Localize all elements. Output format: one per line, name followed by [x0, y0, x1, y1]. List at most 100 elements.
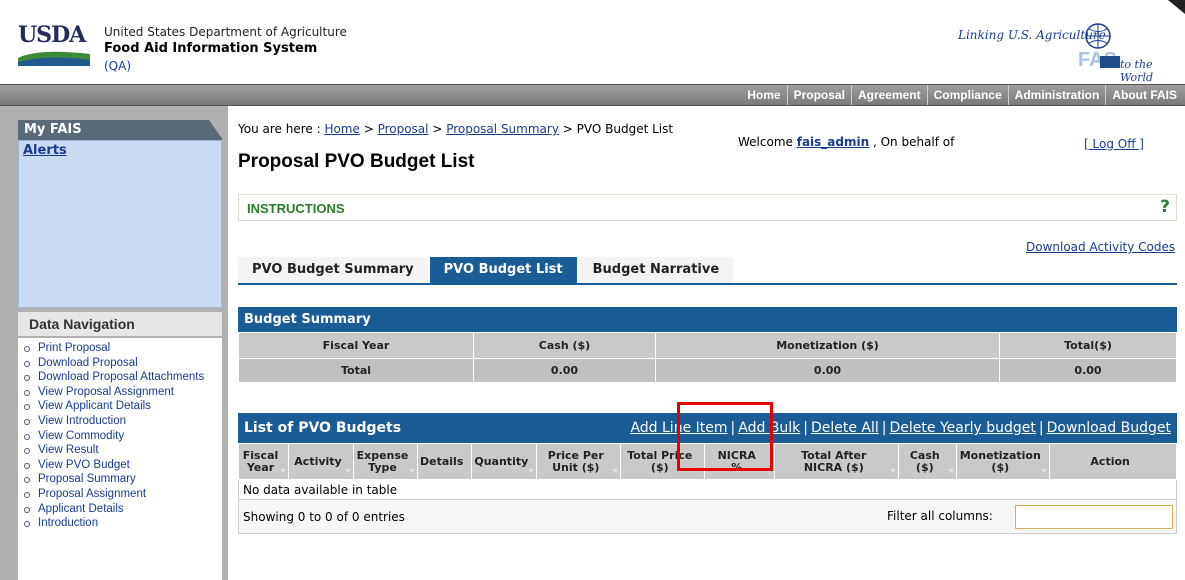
corner-decoration [1168, 0, 1185, 14]
tab-budget-narrative[interactable]: Budget Narrative [578, 257, 734, 283]
table-header-row: Fiscal Year Activity Expense Type Details … [238, 443, 1177, 480]
nav-agreement[interactable]: Agreement [850, 85, 927, 105]
fas-globe-logo-icon: FAS [1078, 23, 1120, 71]
usda-logo-hills-icon [18, 51, 90, 66]
nav-about-fais[interactable]: About FAIS [1105, 85, 1183, 105]
sort-icon [766, 469, 773, 473]
usda-logo-text: USDA [18, 22, 86, 48]
system-name: Food Aid Information System [104, 41, 318, 56]
datanav-download-attachments[interactable]: Download Proposal Attachments [24, 370, 222, 385]
sort-icon [612, 469, 619, 473]
column-header-monetization[interactable]: Monetization ($) [956, 443, 1051, 480]
welcome-suffix: , On behalf of [869, 135, 955, 149]
nav-administration[interactable]: Administration [1007, 85, 1106, 105]
delete-yearly-budget-link[interactable]: Delete Yearly budget [890, 420, 1036, 436]
column-header-fiscal-year[interactable]: Fiscal Year [238, 332, 474, 359]
column-header-monetization[interactable]: Monetization ($) [655, 332, 1000, 359]
datanav-proposal-assignment[interactable]: Proposal Assignment [24, 487, 222, 502]
breadcrumb-current: PVO Budget List [576, 122, 674, 136]
column-header-details[interactable]: Details [416, 443, 473, 480]
environment-label: (QA) [104, 59, 132, 73]
pvo-budget-actions: Add Line Item | Add Bulk | Delete All | Delete… [630, 413, 1171, 443]
nav-proposal[interactable]: Proposal [786, 85, 851, 105]
datanav-view-commodity[interactable]: View Commodity [24, 429, 222, 444]
tab-underline [238, 283, 1177, 285]
tab-pvo-budget-summary[interactable]: PVO Budget Summary [238, 257, 428, 283]
datanav-view-introduction[interactable]: View Introduction [24, 414, 222, 429]
sort-icon [528, 469, 535, 473]
column-header-total-price[interactable]: Total Price ($) [620, 443, 706, 480]
budget-summary-header: Budget Summary [238, 307, 1177, 332]
fas-tagline: to the World [1120, 58, 1153, 84]
datanav-download-proposal[interactable]: Download Proposal [24, 356, 222, 371]
agency-name: United States Department of Agriculture [104, 25, 347, 39]
breadcrumb-proposal[interactable]: Proposal [378, 122, 429, 136]
delete-all-link[interactable]: Delete All [811, 420, 879, 436]
page-title: Proposal PVO Budget List [238, 151, 475, 172]
breadcrumb-separator: > [359, 122, 378, 136]
tab-pvo-budget-list[interactable]: PVO Budget List [429, 257, 577, 283]
column-header-cash[interactable]: Cash ($) [898, 443, 958, 480]
column-header-fiscal-year[interactable]: Fiscal Year [238, 443, 289, 480]
add-line-item-link[interactable]: Add Line Item [630, 420, 727, 436]
column-header-action[interactable]: Action [1049, 443, 1177, 480]
nav-home[interactable]: Home [741, 85, 786, 105]
datanav-applicant-details[interactable]: Applicant Details [24, 502, 222, 517]
alerts-panel: Alerts [18, 140, 222, 308]
site-header: USDA United States Department of Agricul… [0, 0, 1185, 84]
datanav-proposal-summary[interactable]: Proposal Summary [24, 472, 222, 487]
column-header-nicra[interactable]: NICRA% [704, 443, 776, 480]
help-icon[interactable]: ? [1160, 197, 1170, 217]
usda-logo[interactable]: USDA [18, 22, 92, 70]
alerts-link[interactable]: Alerts [23, 143, 67, 158]
budget-summary-table: Fiscal Year Cash ($) Monetization ($) To… [238, 332, 1177, 383]
welcome-message: Welcome fais_admin , On behalf of [738, 135, 954, 149]
column-header-cash[interactable]: Cash ($) [473, 332, 656, 359]
total-value: 0.00 [999, 358, 1177, 383]
instructions-bar[interactable]: INSTRUCTIONS ? [238, 194, 1177, 221]
datanav-introduction[interactable]: Introduction [24, 516, 222, 531]
budget-tabs: PVO Budget Summary PVO Budget List Budge… [238, 257, 779, 283]
data-navigation-panel: Print Proposal Download Proposal Downloa… [18, 338, 222, 580]
welcome-user-link[interactable]: fais_admin [797, 135, 869, 149]
datanav-view-applicant-details[interactable]: View Applicant Details [24, 399, 222, 414]
sort-icon [280, 469, 286, 473]
pvo-budgets-table: Fiscal Year Activity Expense Type Details … [238, 443, 1177, 500]
nav-compliance[interactable]: Compliance [926, 85, 1008, 105]
sort-icon [1041, 469, 1048, 473]
datanav-view-result[interactable]: View Result [24, 443, 222, 458]
action-separator: | [1038, 420, 1044, 436]
add-bulk-link[interactable]: Add Bulk [738, 420, 800, 436]
data-navigation-list: Print Proposal Download Proposal Downloa… [18, 341, 222, 531]
column-header-activity[interactable]: Activity [288, 443, 354, 480]
table-row: No data available in table [238, 479, 1177, 500]
breadcrumb: You are here : Home > Proposal > Proposa… [238, 122, 673, 136]
budget-summary-section: Budget Summary Fiscal Year Cash ($) Mone… [238, 307, 1177, 383]
datanav-view-pvo-budget[interactable]: View PVO Budget [24, 458, 222, 473]
column-header-total-after-nicra[interactable]: Total After NICRA ($) [774, 443, 900, 480]
breadcrumb-separator: > [428, 122, 447, 136]
log-off-link[interactable]: [ Log Off ] [1084, 137, 1144, 151]
instructions-label[interactable]: INSTRUCTIONS [247, 201, 345, 216]
entries-info: Showing 0 to 0 of 0 entries [243, 510, 405, 524]
column-header-total[interactable]: Total($) [999, 332, 1177, 359]
pvo-budgets-title: List of PVO Budgets [244, 420, 402, 436]
sidebar: My FAIS Alerts Data Navigation Print Pro… [0, 106, 228, 580]
download-budget-link[interactable]: Download Budget [1047, 420, 1171, 436]
main-content: You are here : Home > Proposal > Proposa… [228, 106, 1185, 580]
welcome-prefix: Welcome [738, 135, 797, 149]
filter-all-columns-input[interactable] [1015, 505, 1173, 529]
datanav-view-proposal-assignment[interactable]: View Proposal Assignment [24, 385, 222, 400]
top-navigation: Home Proposal Agreement Compliance Admin… [0, 84, 1185, 106]
breadcrumb-separator: > [558, 122, 577, 136]
datanav-print-proposal[interactable]: Print Proposal [24, 341, 222, 356]
download-activity-codes-link[interactable]: Download Activity Codes [1026, 240, 1175, 254]
column-header-quantity[interactable]: Quantity [471, 443, 538, 480]
action-separator: | [730, 420, 736, 436]
pvo-budgets-section: List of PVO Budgets Add Line Item | Add Bu… [238, 413, 1177, 534]
data-navigation-header: Data Navigation [18, 312, 222, 336]
breadcrumb-home[interactable]: Home [324, 122, 359, 136]
breadcrumb-proposal-summary[interactable]: Proposal Summary [446, 122, 559, 136]
column-header-expense-type[interactable]: Expense Type [353, 443, 418, 480]
column-header-price-per-unit[interactable]: Price Per Unit ($) [536, 443, 622, 480]
